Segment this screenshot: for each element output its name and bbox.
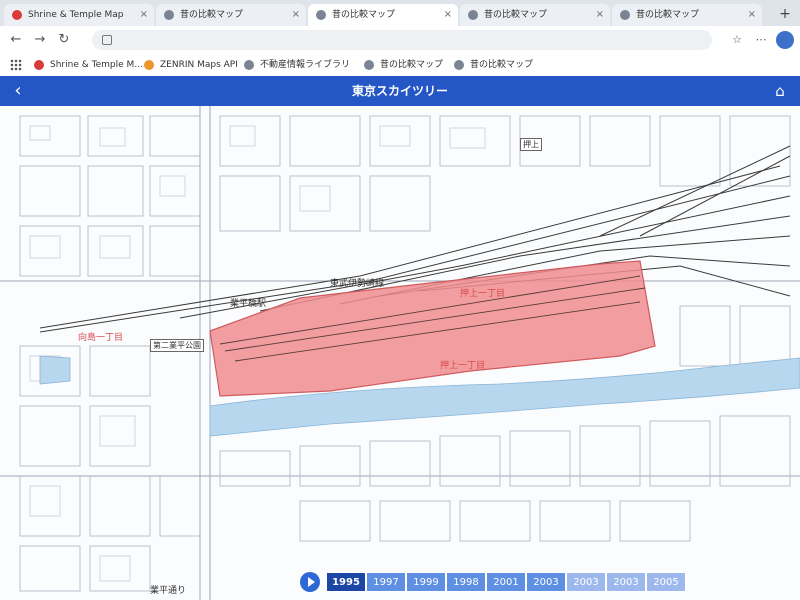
lock-icon xyxy=(102,35,112,45)
globe-icon xyxy=(364,60,374,70)
year-1999-button[interactable]: 1999 xyxy=(406,572,446,592)
bookmarks-bar: Shrine & Temple M… ZENRIN Maps API 不動産情報… xyxy=(0,54,800,77)
page-title: 東京スカイツリー xyxy=(351,84,448,98)
street-label: 業平通り xyxy=(150,586,187,596)
bookmark-star-icon[interactable]: ☆ xyxy=(728,31,746,49)
url-field[interactable] xyxy=(92,30,712,50)
close-tab-icon[interactable]: × xyxy=(292,4,300,26)
bookmark-real-estate[interactable]: 不動産情報ライブラリ xyxy=(244,54,350,76)
close-tab-icon[interactable]: × xyxy=(140,4,148,26)
chevron-left-icon[interactable]: ‹ xyxy=(8,81,28,101)
year-2005-button[interactable]: 2005 xyxy=(646,572,686,592)
station-name-label: 業平橋駅 xyxy=(230,299,267,309)
year-2003-button[interactable]: 2003 xyxy=(526,572,566,592)
back-arrow-icon[interactable]: ← xyxy=(6,30,26,50)
bookmark-shrine-temple[interactable]: Shrine & Temple M… xyxy=(34,54,143,76)
profile-avatar[interactable] xyxy=(776,31,794,49)
area-label-oshiage-2: 押上一丁目 xyxy=(440,361,486,371)
play-button[interactable] xyxy=(300,572,320,592)
close-tab-icon[interactable]: × xyxy=(444,4,452,26)
globe-icon xyxy=(454,60,464,70)
tab-label: 昔の比較マップ xyxy=(484,10,548,20)
tab-label: 昔の比較マップ xyxy=(180,10,244,20)
extension-icon[interactable]: ⋯ xyxy=(752,31,770,49)
apps-grid-icon[interactable] xyxy=(10,59,22,71)
zenrin-icon xyxy=(144,60,154,70)
year-1995-button[interactable]: 1995 xyxy=(326,572,366,592)
bookmark-label: 不動産情報ライブラリ xyxy=(260,60,351,70)
forward-arrow-icon[interactable]: → xyxy=(30,30,50,50)
bookmark-label: 昔の比較マップ xyxy=(470,60,534,70)
app-header: 東京スカイツリー ‹ ⌂ xyxy=(0,76,800,106)
park-label: 第二業平公園 xyxy=(150,339,204,352)
reload-icon[interactable]: ↻ xyxy=(54,30,74,50)
bookmark-label: 昔の比較マップ xyxy=(380,60,444,70)
tab-label: 昔の比較マップ xyxy=(636,10,700,20)
tab-shrine-temple-map[interactable]: Shrine & Temple Map × xyxy=(4,4,154,26)
area-label-mukojima: 向島一丁目 xyxy=(78,333,124,343)
station-line-label: 東武伊勢崎線 xyxy=(330,279,385,289)
tab-comparison-map-2[interactable]: 昔の比較マップ × xyxy=(308,4,458,26)
left-canal xyxy=(39,355,71,385)
year-2003b-button[interactable]: 2003 xyxy=(566,572,606,592)
address-bar-row: ← → ↻ ☆ ⋯ xyxy=(0,26,800,55)
bookmark-label: Shrine & Temple M… xyxy=(50,60,144,70)
bookmark-zenrin[interactable]: ZENRIN Maps API xyxy=(144,54,238,76)
globe-icon xyxy=(620,10,630,20)
tab-label: 昔の比較マップ xyxy=(332,10,396,20)
globe-icon xyxy=(468,10,478,20)
globe-icon xyxy=(316,10,326,20)
globe-icon xyxy=(164,10,174,20)
close-tab-icon[interactable]: × xyxy=(748,4,756,26)
area-label-oshiage-1: 押上一丁目 xyxy=(460,289,506,299)
tab-comparison-map-1[interactable]: 昔の比較マップ × xyxy=(156,4,306,26)
home-icon[interactable]: ⌂ xyxy=(770,81,790,101)
year-2003c-button[interactable]: 2003 xyxy=(606,572,646,592)
bookmark-comparison-map-2[interactable]: 昔の比較マップ xyxy=(454,54,533,76)
red-pin-icon xyxy=(12,10,22,20)
year-1998-button[interactable]: 1998 xyxy=(446,572,486,592)
close-tab-icon[interactable]: × xyxy=(596,4,604,26)
map-canvas xyxy=(0,106,800,600)
year-2001-button[interactable]: 2001 xyxy=(486,572,526,592)
tab-comparison-map-3[interactable]: 昔の比較マップ × xyxy=(460,4,610,26)
globe-icon xyxy=(244,60,254,70)
tab-label: Shrine & Temple Map xyxy=(28,10,124,20)
year-1997-button[interactable]: 1997 xyxy=(366,572,406,592)
bookmark-label: ZENRIN Maps API xyxy=(160,60,238,70)
bookmark-comparison-map-1[interactable]: 昔の比較マップ xyxy=(364,54,443,76)
red-pin-icon xyxy=(34,60,44,70)
browser-tab-bar: Shrine & Temple Map × 昔の比較マップ × 昔の比較マップ … xyxy=(0,0,800,27)
new-tab-button[interactable]: + xyxy=(775,4,795,24)
map-view[interactable]: 東武伊勢崎線 業平橋駅 押上一丁目 押上一丁目 向島一丁目 第二業平公園 業平通… xyxy=(0,106,800,600)
district-box-label: 押上 xyxy=(520,138,542,151)
tab-comparison-map-4[interactable]: 昔の比較マップ × xyxy=(612,4,762,26)
